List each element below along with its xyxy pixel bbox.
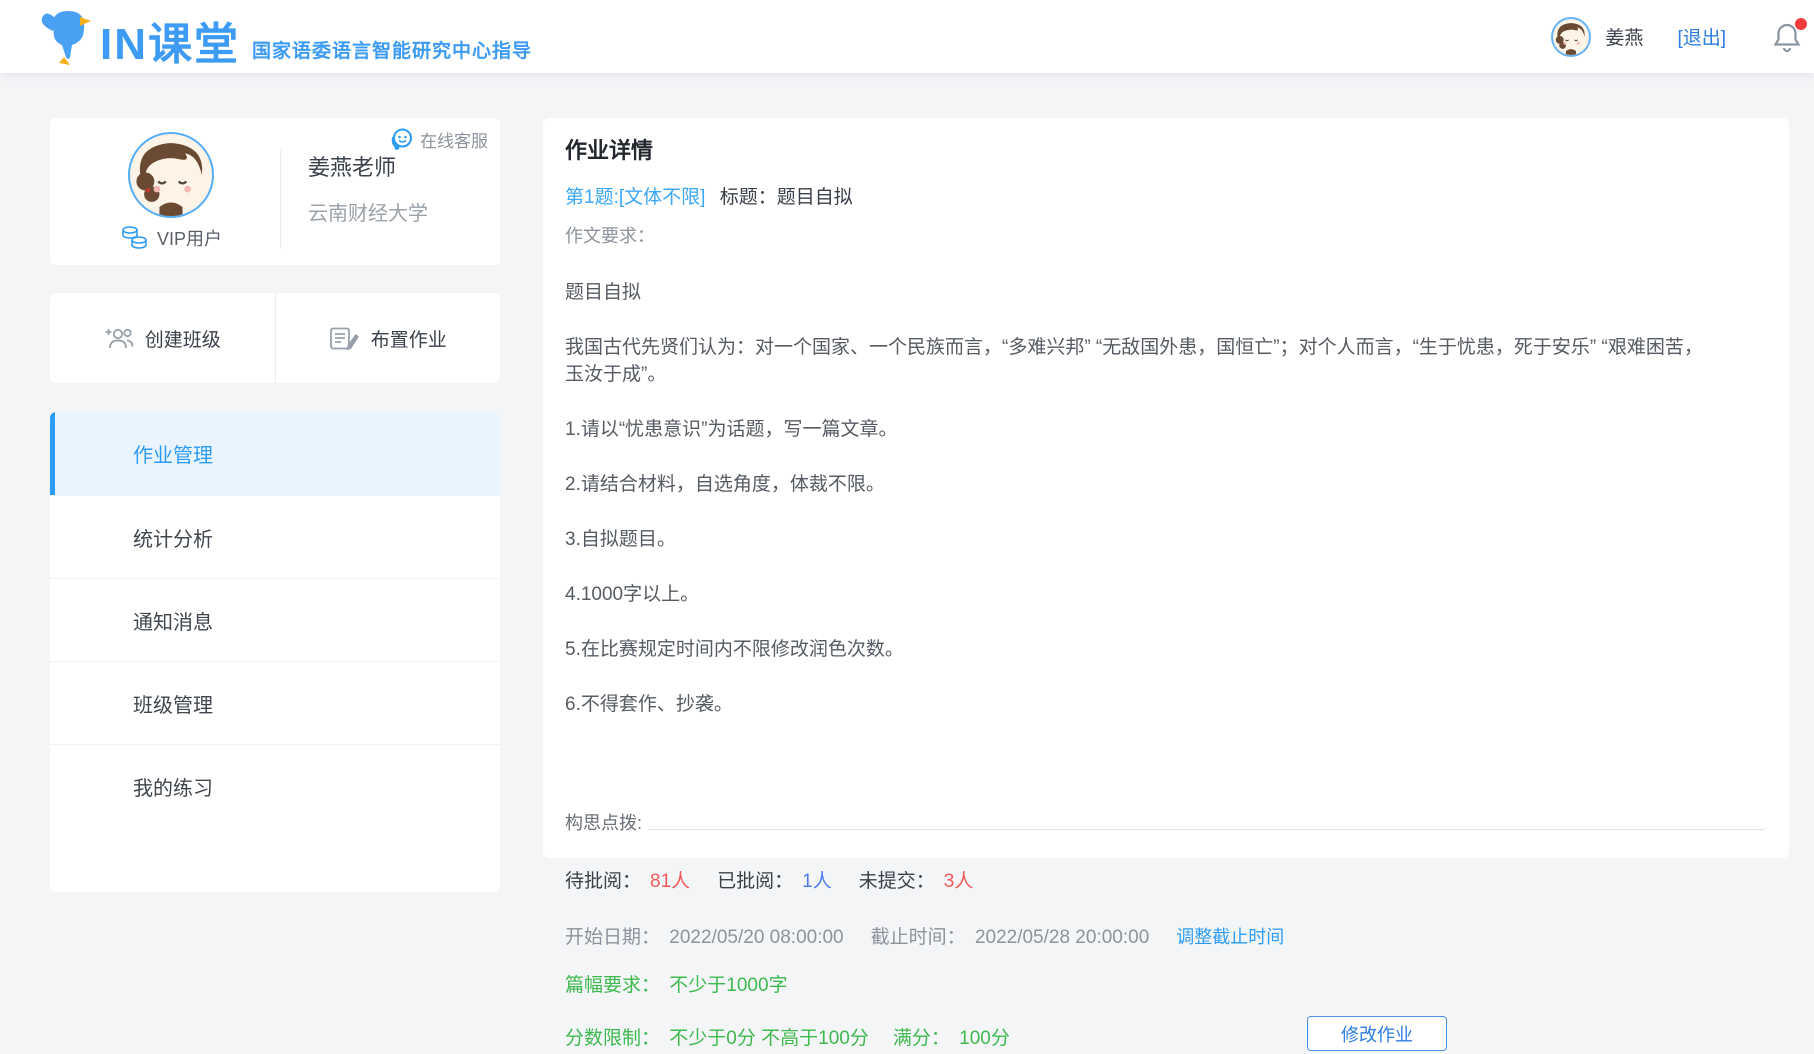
question-row: 第1题:[文体不限] 标题：题目自拟 (565, 182, 1765, 209)
requirement-line: 2.请结合材料，自选角度，体裁不限。 (565, 471, 1765, 499)
headset-smiley-icon (389, 127, 415, 152)
unsubmitted-stat: 未提交： 3人 (859, 866, 974, 893)
sidebar-item-class-management[interactable]: 班级管理 (50, 661, 500, 744)
sidebar-item-notifications[interactable]: 通知消息 (50, 578, 500, 661)
outline-section: 构思点拨: (565, 809, 1765, 835)
teacher-avatar[interactable] (128, 132, 214, 218)
score-limit: 分数限制： 不少于0分 不高于100分 (565, 1023, 869, 1050)
requirement-line: 5.在比赛规定时间内不限修改润色次数。 (565, 636, 1765, 664)
sidebar-item-my-practice[interactable]: 我的练习 (50, 744, 500, 827)
vip-row: VIP用户 (102, 225, 240, 251)
people-plus-icon (104, 325, 134, 352)
requirement-line: 6.不得套作、抄袭。 (565, 691, 1765, 719)
length-label: 篇幅要求： (565, 975, 660, 996)
deadline-value: 2022/05/28 20:00:00 (975, 927, 1149, 948)
logo-title: IN课堂 (100, 23, 240, 67)
username: 姜燕 (1605, 23, 1643, 50)
full-score: 满分： 100分 (893, 1023, 1010, 1050)
quick-actions-card: 创建班级 布置作业 (50, 293, 500, 383)
top-header: IN课堂 国家语委语言智能研究中心指导 姜燕 [退出] (0, 0, 1814, 73)
document-pencil-icon (329, 325, 360, 352)
start-date: 开始日期： 2022/05/20 08:00:00 (565, 922, 844, 949)
pending-review-stat: 待批阅： 81人 (565, 866, 690, 893)
outline-label: 构思点拨: (565, 809, 642, 835)
create-class-button[interactable]: 创建班级 (50, 293, 275, 383)
create-class-label: 创建班级 (145, 325, 221, 352)
deadline: 截止时间： 2022/05/28 20:00:00 (871, 922, 1150, 949)
sidebar-menu: 作业管理 统计分析 通知消息 班级管理 我的练习 (50, 412, 500, 892)
logo-subtitle: 国家语委语言智能研究中心指导 (252, 36, 532, 63)
question-tag-link[interactable]: 第1题:[文体不限] (565, 187, 705, 208)
page-title: 作业详情 (565, 133, 1765, 165)
vip-label: VIP用户 (157, 225, 222, 251)
online-service-button[interactable]: 在线客服 (389, 127, 488, 152)
reviewed-stat: 已批阅： 1人 (717, 866, 832, 893)
sidebar-item-homework-management[interactable]: 作业管理 (50, 412, 500, 495)
requirement-label: 作文要求： (565, 222, 1765, 248)
pending-review-count: 81人 (650, 866, 690, 893)
app-logo: IN课堂 国家语委语言智能研究中心指导 (40, 7, 532, 67)
requirement-line: 我国古代先贤们认为：对一个国家、一个民族而言，“多难兴邦” “无敌国外患，国恒亡… (565, 334, 1765, 389)
requirement-line: 1.请以“忧患意识”为话题，写一篇文章。 (565, 416, 1765, 444)
assignment-detail-panel: 作业详情 第1题:[文体不限] 标题：题目自拟 作文要求： 题目自拟 我国古代先… (543, 118, 1789, 858)
dates-row: 开始日期： 2022/05/20 08:00:00 截止时间： 2022/05/… (565, 922, 1765, 949)
avatar-block: VIP用户 (102, 132, 240, 251)
assign-homework-button[interactable]: 布置作业 (276, 293, 501, 383)
notification-dot (1795, 18, 1807, 30)
score-limit-value: 不少于0分 不高于100分 (669, 1028, 869, 1049)
notification-bell-icon[interactable] (1772, 21, 1802, 53)
header-user-area: 姜燕 [退出] (1551, 0, 1802, 73)
score-limit-row: 分数限制： 不少于0分 不高于100分 满分： 100分 修改作业 (565, 1018, 1765, 1054)
requirement-line: 题目自拟 (565, 279, 1765, 307)
requirement-line: 3.自拟题目。 (565, 526, 1765, 554)
length-value: 不少于1000字 (669, 975, 787, 996)
user-avatar[interactable] (1551, 17, 1591, 57)
question-title: 标题：题目自拟 (720, 187, 853, 208)
bird-logo-icon (40, 7, 94, 65)
reviewed-count: 1人 (802, 866, 832, 893)
review-stats-row: 待批阅： 81人 已批阅： 1人 未提交： 3人 (565, 866, 1765, 893)
requirement-line: 4.1000字以上。 (565, 581, 1765, 609)
online-service-label: 在线客服 (420, 127, 488, 152)
teacher-name: 姜燕老师 (308, 150, 428, 182)
unsubmitted-count: 3人 (944, 866, 974, 893)
active-indicator (50, 412, 55, 495)
edit-homework-button[interactable]: 修改作业 (1307, 1016, 1447, 1051)
assign-homework-label: 布置作业 (371, 325, 447, 352)
sidebar-item-statistics[interactable]: 统计分析 (50, 495, 500, 578)
divider (648, 829, 1765, 830)
coins-icon (120, 225, 150, 251)
logout-link[interactable]: [退出] (1677, 23, 1726, 50)
start-date-value: 2022/05/20 08:00:00 (669, 927, 843, 948)
teacher-profile-card: 在线客服 (50, 118, 500, 265)
adjust-deadline-link[interactable]: 调整截止时间 (1176, 923, 1284, 949)
requirement-text: 题目自拟 我国古代先贤们认为：对一个国家、一个民族而言，“多难兴邦” “无敌国外… (565, 251, 1765, 746)
full-score-value: 100分 (959, 1028, 1010, 1049)
divider (280, 150, 281, 249)
length-requirement-row: 篇幅要求： 不少于1000字 (565, 970, 1765, 997)
teacher-school: 云南财经大学 (308, 197, 428, 226)
profile-info: 姜燕老师 云南财经大学 (308, 150, 428, 226)
